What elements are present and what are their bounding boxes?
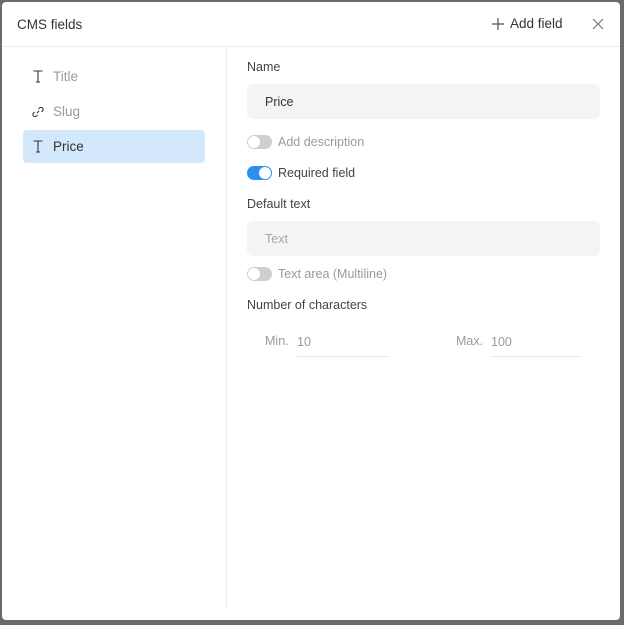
required-field-toggle[interactable]: Required field xyxy=(247,166,355,180)
toggle-label: Add description xyxy=(278,135,365,149)
close-icon[interactable] xyxy=(590,16,606,32)
toggle-switch[interactable] xyxy=(247,166,272,180)
toggle-switch[interactable] xyxy=(247,267,272,281)
toggle-label: Text area (Multiline) xyxy=(278,267,388,281)
text-type-icon xyxy=(23,140,53,153)
max-input[interactable]: 100 xyxy=(491,334,581,357)
fields-sidebar: Title Slug Price xyxy=(2,47,227,608)
default-text-input[interactable]: Text xyxy=(247,221,600,256)
name-label: Name xyxy=(247,60,281,74)
toggle-label: Required field xyxy=(278,166,356,180)
plus-icon xyxy=(492,17,504,30)
default-text-label: Default text xyxy=(247,197,311,211)
number-of-characters-label: Number of characters xyxy=(247,298,368,312)
toggle-switch[interactable] xyxy=(247,135,272,149)
sidebar-item-price[interactable]: Price xyxy=(23,130,205,163)
add-field-button[interactable]: Add field xyxy=(492,16,563,31)
sidebar-item-title[interactable]: Title xyxy=(23,60,205,93)
text-type-icon xyxy=(23,70,53,83)
max-label: Max. xyxy=(456,334,484,348)
link-icon xyxy=(23,106,53,118)
name-input[interactable]: Price xyxy=(247,84,600,119)
multiline-toggle[interactable]: Text area (Multiline) xyxy=(247,267,387,281)
add-field-label: Add field xyxy=(510,16,563,31)
sidebar-item-label: Price xyxy=(53,139,84,154)
min-input[interactable]: 10 xyxy=(297,334,388,357)
add-description-toggle[interactable]: Add description xyxy=(247,135,364,149)
sidebar-item-label: Slug xyxy=(53,104,81,119)
dialog-header: CMS fields Add field xyxy=(2,2,620,47)
sidebar-item-label: Title xyxy=(53,69,79,84)
sidebar-item-slug[interactable]: Slug xyxy=(23,95,205,128)
dialog-title: CMS fields xyxy=(17,17,83,32)
cms-fields-dialog: CMS fields Add field Title Slug Price Na… xyxy=(2,2,620,620)
min-label: Min. xyxy=(265,334,289,348)
